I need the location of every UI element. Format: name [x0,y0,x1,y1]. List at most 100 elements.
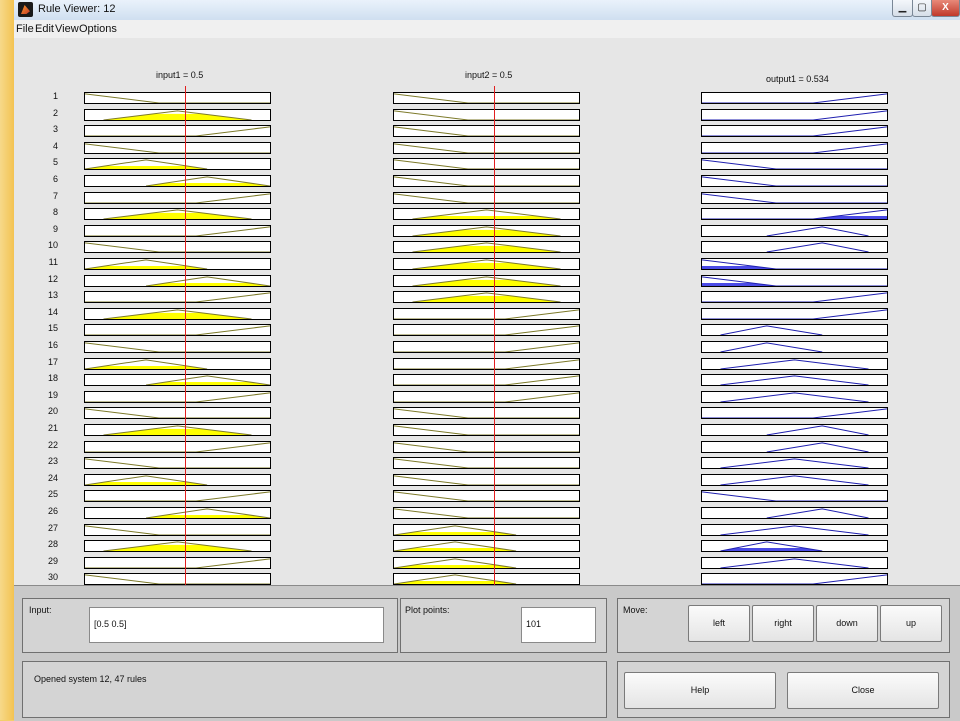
close-button[interactable]: Close [787,672,939,709]
rule-cell-output1[interactable] [701,390,888,403]
rule-cell-output1[interactable] [701,175,888,187]
rule-cell-input2[interactable] [393,92,580,104]
rule-cell-input2[interactable] [393,424,580,436]
help-button[interactable]: Help [624,672,776,709]
input-field[interactable]: [0.5 0.5] [89,607,384,643]
rule-cell-input1[interactable] [84,457,271,470]
rule-cell-input2[interactable] [393,175,580,187]
rule-cell-input2[interactable] [393,274,580,287]
rule-cell-input1[interactable] [84,158,271,171]
rule-cell-input1[interactable] [84,573,271,585]
rule-cell-input2[interactable] [393,390,580,403]
rule-cell-input1[interactable] [84,556,271,569]
rule-cell-input1[interactable] [84,507,271,519]
rule-cell-input1[interactable] [84,241,271,254]
rule-cell-input1[interactable] [84,307,271,320]
close-icon[interactable]: X [931,0,960,17]
minimize-icon[interactable]: ▁ [892,0,913,17]
rule-cell-input1[interactable] [84,490,271,503]
rule-cell-output1[interactable] [701,341,888,353]
rule-cell-output1[interactable] [701,125,888,138]
rule-cell-input1[interactable] [84,540,271,553]
rule-cell-input1[interactable] [84,357,271,370]
rule-cell-input2[interactable] [393,440,580,453]
rule-cell-input2[interactable] [393,357,580,370]
rule-cell-input1[interactable] [84,390,271,403]
rule-cell-input1[interactable] [84,175,271,187]
rule-cell-input1[interactable] [84,291,271,304]
rule-cell-input1[interactable] [84,92,271,104]
rule-cell-output1[interactable] [701,307,888,320]
rule-cell-input2[interactable] [393,141,580,154]
rule-cell-output1[interactable] [701,258,888,270]
menu-edit[interactable]: Edit [35,23,54,35]
menu-file[interactable]: File [16,23,34,35]
rule-cell-input1[interactable] [84,374,271,387]
rule-cell-input1[interactable] [84,440,271,453]
rule-cell-input2[interactable] [393,241,580,254]
rule-cell-output1[interactable] [701,540,888,553]
move-down-button[interactable]: down [816,605,878,642]
rule-cell-input2[interactable] [393,507,580,519]
rule-cell-input2[interactable] [393,291,580,304]
maximize-icon[interactable]: ▢ [912,0,932,17]
rule-cell-output1[interactable] [701,374,888,387]
input1-value-line[interactable] [184,86,186,585]
move-up-button[interactable]: up [880,605,942,642]
rule-cell-input1[interactable] [84,274,271,287]
rule-cell-output1[interactable] [701,507,888,519]
rule-cell-input2[interactable] [393,540,580,553]
rule-cell-output1[interactable] [701,473,888,486]
rule-cell-output1[interactable] [701,556,888,569]
rule-cell-input2[interactable] [393,407,580,420]
rule-cell-input1[interactable] [84,258,271,270]
rule-cell-output1[interactable] [701,108,888,121]
rule-cell-output1[interactable] [701,274,888,287]
rule-cell-output1[interactable] [701,141,888,154]
rule-cell-output1[interactable] [701,440,888,453]
rule-cell-output1[interactable] [701,92,888,104]
rule-cell-input2[interactable] [393,473,580,486]
rule-cell-input2[interactable] [393,307,580,320]
rule-cell-input2[interactable] [393,374,580,387]
rule-cell-output1[interactable] [701,158,888,171]
rule-cell-input1[interactable] [84,473,271,486]
rule-cell-output1[interactable] [701,407,888,420]
rule-cell-input2[interactable] [393,158,580,171]
rule-cell-output1[interactable] [701,523,888,536]
rule-cell-output1[interactable] [701,457,888,470]
rule-cell-input2[interactable] [393,224,580,237]
title-bar[interactable]: Rule Viewer: 12 ▁ ▢ X [14,0,960,21]
rule-cell-output1[interactable] [701,191,888,204]
rule-cell-input2[interactable] [393,191,580,204]
rule-cell-input2[interactable] [393,523,580,536]
move-right-button[interactable]: right [752,605,814,642]
rule-cell-input2[interactable] [393,556,580,569]
rule-cell-input1[interactable] [84,523,271,536]
rule-cell-input2[interactable] [393,457,580,470]
rule-cell-input2[interactable] [393,108,580,121]
menu-view[interactable]: View [55,23,79,35]
input2-value-line[interactable] [493,86,495,585]
rule-cell-input1[interactable] [84,224,271,237]
plot-points-field[interactable]: 101 [521,607,596,643]
rule-cell-output1[interactable] [701,490,888,503]
rule-cell-input2[interactable] [393,125,580,138]
menu-options[interactable]: Options [79,23,117,35]
rule-cell-input1[interactable] [84,108,271,121]
rule-cell-input1[interactable] [84,341,271,353]
rule-cell-output1[interactable] [701,208,888,221]
rule-cell-output1[interactable] [701,357,888,370]
rule-cell-input1[interactable] [84,125,271,138]
rule-cell-input1[interactable] [84,191,271,204]
rule-cell-input1[interactable] [84,424,271,436]
rule-cell-input1[interactable] [84,407,271,420]
rule-cell-input2[interactable] [393,324,580,337]
move-left-button[interactable]: left [688,605,750,642]
rule-cell-output1[interactable] [701,573,888,585]
rule-cell-output1[interactable] [701,224,888,237]
rule-cell-input1[interactable] [84,324,271,337]
rule-cell-input2[interactable] [393,258,580,270]
rule-cell-output1[interactable] [701,291,888,304]
rule-cell-input2[interactable] [393,208,580,221]
